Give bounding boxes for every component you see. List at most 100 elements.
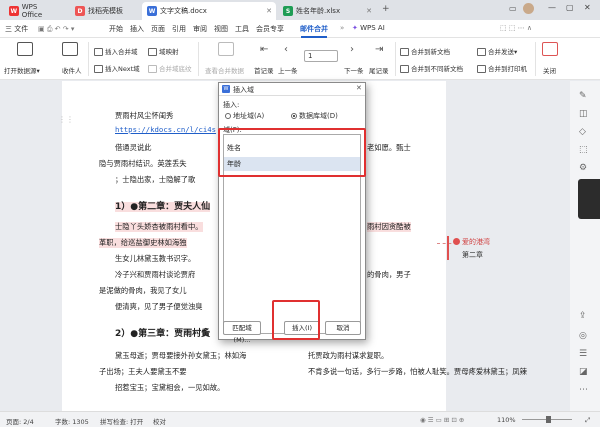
tab-docer[interactable]: D 找稻壳模板 — [70, 2, 136, 20]
cancel-button[interactable]: 取消 — [325, 321, 361, 335]
insert-button-highlight-box — [272, 300, 320, 340]
address-field-radio[interactable]: 地址域(A) — [225, 111, 264, 121]
merge-send-button[interactable]: 合并发送▾ — [477, 46, 517, 56]
ribbon-divider — [88, 42, 89, 76]
doc-heading: 1）●第二章：贾夫人仙 — [115, 202, 211, 212]
radio-unchecked-icon — [225, 113, 231, 119]
menu-home[interactable]: 开始 — [109, 24, 123, 34]
sidebar-tool-icon[interactable]: ✎ — [579, 91, 587, 101]
more-icon[interactable]: » — [340, 24, 344, 32]
doc-line-fragment: 雨村因贪酷被 — [367, 222, 411, 232]
menu-file[interactable]: 三 文件 — [5, 24, 28, 34]
menu-mail-merge[interactable]: 邮件合并 — [300, 24, 328, 38]
menu-tools[interactable]: 工具 — [235, 24, 249, 34]
fullscreen-icon[interactable]: ⤢ — [585, 416, 590, 425]
drag-handle-icon[interactable]: ⋮⋮ — [58, 115, 74, 124]
doc-line: 贾雨村风尘怀闺秀 — [115, 111, 174, 120]
last-record-button[interactable]: 尾记录 — [369, 65, 389, 75]
match-fields-button[interactable]: 匹配域(M)... — [223, 321, 261, 344]
previous-record-icon: ‹ — [284, 44, 288, 55]
right-sidebar: ✎ ◫ ◇ ⬚ ⚙ ⇪ ◎ ☰ ◪ ⋯ — [570, 81, 600, 411]
sidebar-layers-icon[interactable]: ◪ — [579, 367, 588, 377]
proofread-button[interactable]: 校对 — [153, 416, 166, 426]
merge-field-shading-button[interactable]: 合并域底纹 — [148, 63, 192, 73]
word-doc-icon: W — [147, 6, 157, 16]
recipients-button[interactable]: 收件人 — [62, 65, 82, 75]
menu-insert[interactable]: 插入 — [130, 24, 144, 34]
close-tab-icon[interactable]: ✕ — [266, 7, 272, 15]
insert-next-field-button[interactable]: 插入Next域 — [94, 63, 140, 73]
comment-card[interactable]: 爱的港湾 第二章 — [447, 236, 557, 266]
sidebar-share-icon[interactable]: ⇪ — [579, 311, 587, 321]
menu-view[interactable]: 视图 — [214, 24, 228, 34]
maximize-icon[interactable]: ▢ — [566, 3, 574, 12]
merge-to-new-document-button[interactable]: 合并到新文档 — [400, 46, 450, 56]
merge-new-doc-icon — [400, 48, 409, 56]
avatar[interactable] — [523, 3, 534, 14]
first-record-button[interactable]: 首记录 — [254, 65, 274, 75]
quick-access-icons[interactable]: ▣ ⎙ ↶ ↷ ▾ — [38, 25, 74, 34]
next-record-icon: › — [350, 44, 354, 55]
wps-ai-button[interactable]: ✦ WPS AI — [352, 24, 385, 32]
doc-line: 冷子兴和贾雨村谈论贾府 — [115, 270, 196, 279]
excel-doc-icon: S — [283, 6, 293, 16]
comment-avatar — [453, 238, 460, 245]
new-tab-icon[interactable]: + — [382, 4, 390, 14]
shading-icon — [148, 65, 157, 73]
database-field-radio[interactable]: 数据库域(D) — [291, 111, 338, 121]
sidebar-style-icon[interactable]: ◫ — [579, 109, 588, 119]
dialog-close-icon[interactable]: ✕ — [356, 84, 362, 92]
sidebar-list-icon[interactable]: ☰ — [579, 349, 587, 359]
field-mapping-button[interactable]: 域映射 — [148, 46, 179, 56]
menu-page[interactable]: 页面 — [151, 24, 165, 34]
next-record-button[interactable]: 下一条 — [344, 65, 364, 75]
doc-link[interactable]: https://kdocs.cn/l/ci4s — [115, 125, 216, 134]
wps-logo-icon: W — [9, 6, 19, 16]
menu-references[interactable]: 引用 — [172, 24, 186, 34]
comment-author: 爱的港湾 — [462, 238, 490, 246]
insert-merge-field-button[interactable]: 插入合并域 — [94, 46, 138, 56]
status-bar: 页面: 2/4 字数: 1305 拼写检查: 打开 校对 ◉ ☰ ▭ ⊞ ⊡ ⊕… — [0, 411, 600, 427]
tab-wps-office[interactable]: W WPS Office — [4, 2, 64, 20]
zoom-level: 110% — [497, 416, 516, 424]
merge-to-printer-button[interactable]: 合并到打印机 — [477, 63, 527, 73]
minimize-icon[interactable]: — — [548, 3, 556, 12]
tab-word-document[interactable]: W 文字文稿.docx ✕ — [142, 2, 276, 20]
zoom-slider-handle[interactable] — [546, 416, 551, 423]
recipients-icon — [62, 42, 78, 56]
close-tab-icon[interactable]: ✕ — [366, 7, 372, 15]
sidebar-chat-icon[interactable]: ◎ — [579, 331, 587, 341]
open-data-source-button[interactable]: 打开数据源▾ — [4, 65, 40, 75]
ribbon-divider — [535, 42, 536, 76]
sidebar-more-icon[interactable]: ⋯ — [579, 385, 588, 395]
close-mail-merge-button[interactable]: 关闭 — [543, 65, 556, 75]
header-tools-icons[interactable]: ⬚ ⬚ ⋯ ∧ — [500, 24, 532, 32]
doc-line: 隐与贾雨村结识。英莲丢失 — [99, 159, 187, 168]
tab-excel-document[interactable]: S 姓名年龄.xlsx ✕ — [278, 2, 376, 20]
merge-send-icon — [477, 48, 486, 56]
merge-to-different-documents-button[interactable]: 合并到不同新文档 — [400, 63, 463, 73]
merge-diff-doc-icon — [400, 65, 409, 73]
sidebar-select-icon[interactable]: ⬚ — [579, 145, 588, 155]
spell-check-status[interactable]: 拼写检查: 打开 — [100, 416, 143, 426]
view-mode-icons[interactable]: ◉ ☰ ▭ ⊞ ⊡ ⊕ — [420, 416, 464, 424]
sidebar-settings-icon[interactable]: ⚙ — [579, 163, 587, 173]
doc-line: ；士隐出家，士隐解了歌 — [115, 175, 196, 184]
last-record-icon: ⇥ — [375, 44, 384, 55]
word-count[interactable]: 字数: 1305 — [55, 416, 89, 426]
previous-record-button[interactable]: 上一条 — [278, 65, 298, 75]
window-list-icon[interactable]: ▭ — [509, 4, 517, 13]
printer-icon — [477, 65, 486, 73]
page-indicator[interactable]: 页面: 2/4 — [6, 416, 34, 426]
doc-line-fragment: 的骨肉，男子 — [367, 270, 411, 279]
sidebar-shape-icon[interactable]: ◇ — [579, 127, 586, 137]
promo-widget[interactable] — [578, 179, 600, 219]
doc-line-fragment: 老如愿。甄士 — [367, 143, 411, 152]
record-number-input[interactable]: 1 — [304, 50, 338, 62]
close-window-icon[interactable]: ✕ — [584, 3, 591, 12]
menu-review[interactable]: 审阅 — [193, 24, 207, 34]
view-merged-data-button[interactable]: 查看合并数据 — [205, 65, 244, 75]
menu-member[interactable]: 会员专享 — [256, 24, 284, 34]
field-mapping-icon — [148, 48, 157, 56]
fields-highlight-box — [218, 128, 366, 177]
